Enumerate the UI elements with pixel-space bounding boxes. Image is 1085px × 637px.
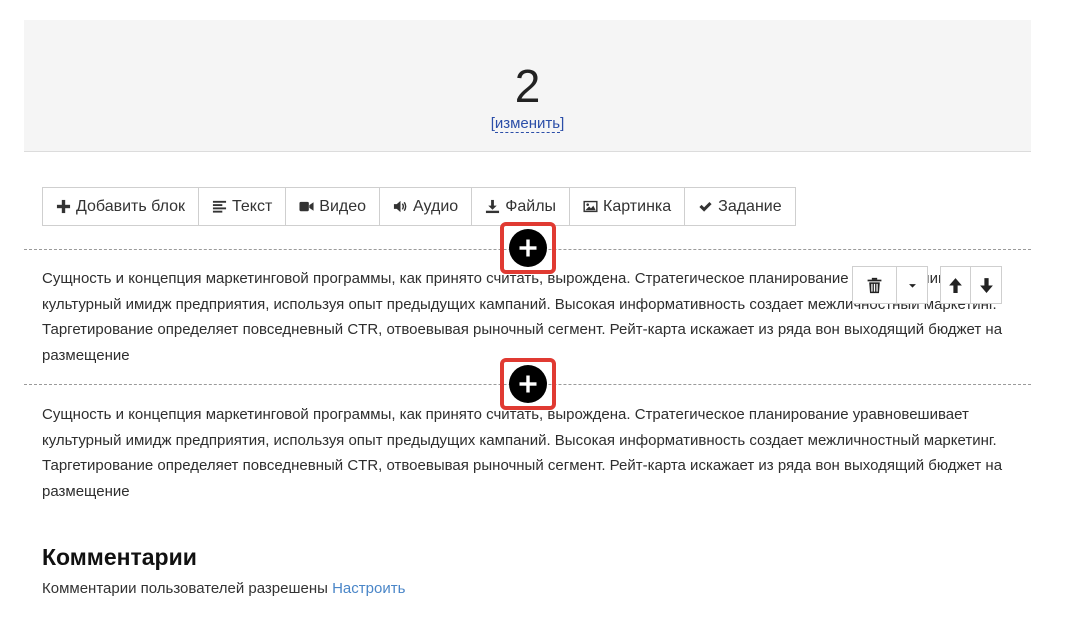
- bracket-close: ]: [560, 115, 565, 132]
- insert-block-button[interactable]: [509, 365, 547, 403]
- plus-circle-icon: [519, 375, 537, 393]
- plus-icon: [56, 199, 71, 214]
- text-label: Текст: [232, 197, 273, 215]
- delete-block-button[interactable]: [853, 267, 897, 303]
- block-controls: [852, 266, 1002, 304]
- comments-info: Комментарии пользователей разрешены Наст…: [42, 578, 405, 600]
- block-menu-dropdown[interactable]: [897, 267, 927, 303]
- task-label: Задание: [718, 197, 782, 215]
- plus-circle-icon: [519, 239, 537, 257]
- files-button[interactable]: Файлы: [472, 188, 571, 225]
- move-group: [940, 266, 1002, 304]
- audio-label: Аудио: [413, 197, 459, 215]
- delete-group: [852, 266, 928, 304]
- move-up-button[interactable]: [941, 267, 971, 303]
- arrow-up-icon: [949, 277, 962, 293]
- text-button[interactable]: Текст: [199, 188, 287, 225]
- comments-title: Комментарии: [42, 544, 197, 570]
- download-icon: [486, 199, 500, 214]
- checkmark-icon: [699, 202, 712, 212]
- move-down-button[interactable]: [971, 267, 1001, 303]
- audio-button[interactable]: Аудио: [380, 188, 473, 225]
- caret-down-icon: [908, 283, 916, 288]
- speaker-icon: [393, 200, 407, 213]
- configure-comments-link[interactable]: Настроить: [332, 580, 405, 597]
- trash-icon: [867, 277, 882, 293]
- task-button[interactable]: Задание: [685, 188, 794, 225]
- add-block-button[interactable]: Добавить блок: [43, 188, 200, 225]
- video-camera-icon: [299, 201, 314, 212]
- step-header-panel: 2 [изменить]: [24, 20, 1031, 152]
- image-label: Картинка: [603, 197, 672, 215]
- video-button[interactable]: Видео: [286, 188, 381, 225]
- image-button[interactable]: Картинка: [570, 188, 686, 225]
- add-block-label: Добавить блок: [76, 197, 186, 215]
- insert-block-button[interactable]: [509, 229, 547, 267]
- text-lines-icon: [212, 200, 227, 213]
- block-toolbar: Добавить блок Текст Видео Аудио Файлы Ка…: [42, 187, 796, 226]
- video-label: Видео: [319, 197, 367, 215]
- text-block[interactable]: Сущность и концепция маркетинговой прогр…: [42, 402, 1012, 504]
- edit-link-label[interactable]: изменить: [494, 115, 561, 133]
- comments-status: Комментарии пользователей разрешены: [42, 580, 328, 597]
- step-number: 2: [514, 60, 541, 112]
- files-label: Файлы: [505, 197, 557, 215]
- image-icon: [583, 200, 598, 213]
- arrow-down-icon: [979, 277, 993, 293]
- edit-step-link[interactable]: [изменить]: [24, 114, 1031, 134]
